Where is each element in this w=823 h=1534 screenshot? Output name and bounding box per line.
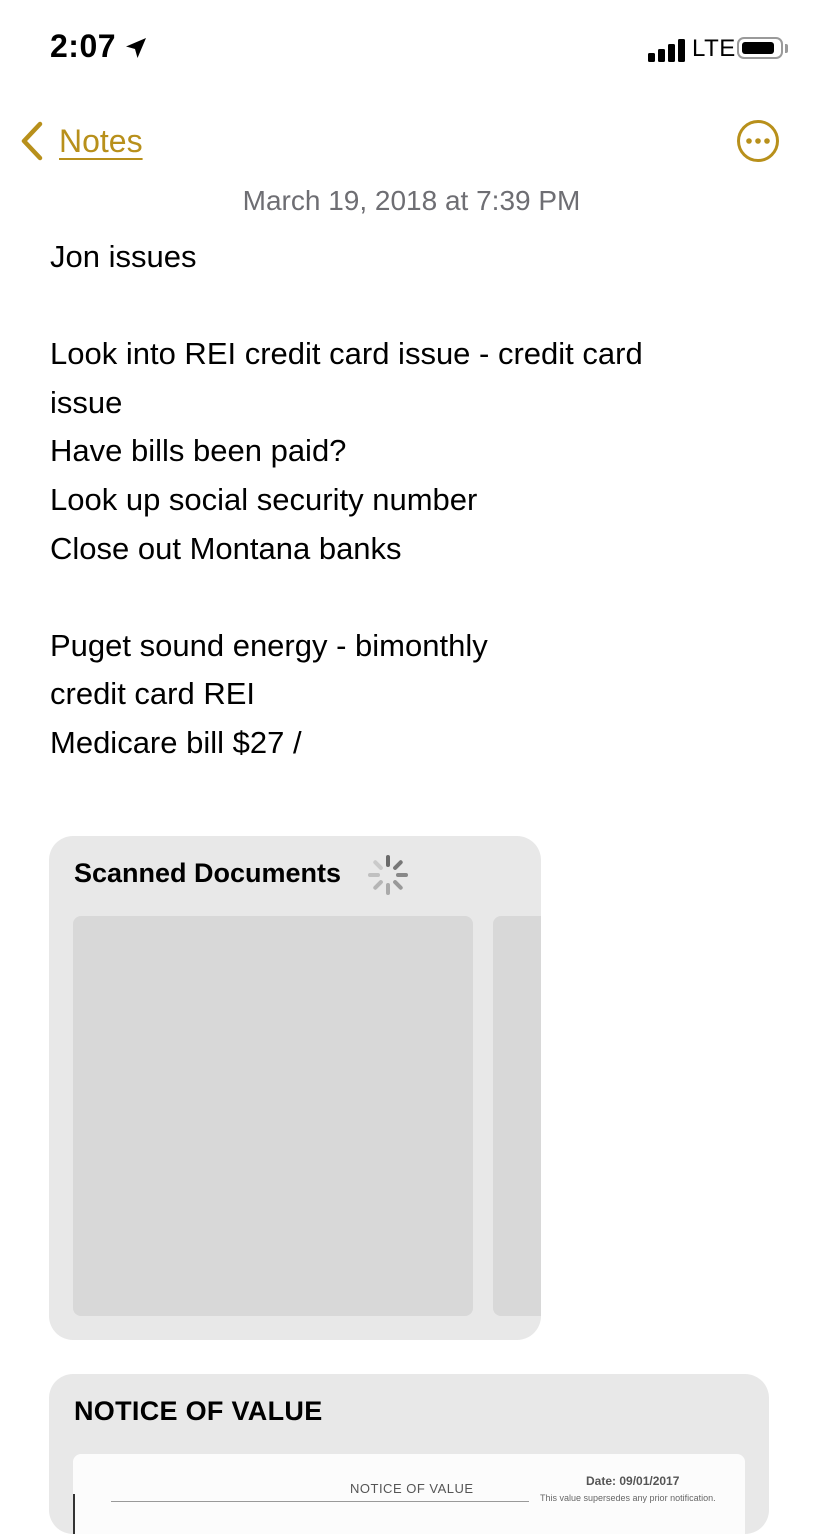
note-line: Jon issues (50, 239, 197, 274)
battery-tip (785, 44, 788, 53)
document-heading: NOTICE OF VALUE (350, 1481, 474, 1496)
document-edge (73, 1494, 75, 1534)
document-date: Date: 09/01/2017 (586, 1474, 680, 1488)
note-line: Close out Montana banks (50, 530, 402, 566)
note-blank-line (50, 573, 770, 622)
scanned-page-thumbnail[interactable] (73, 916, 473, 1316)
document-subtext: This value supersedes any prior notifica… (540, 1493, 716, 1503)
status-bar: 2:07 LTE (0, 0, 823, 96)
notice-title: NOTICE OF VALUE (74, 1396, 323, 1426)
location-arrow-icon (126, 38, 146, 58)
network-type: LTE (692, 35, 736, 62)
scanned-documents-attachment[interactable]: Scanned Documents (49, 836, 541, 1340)
battery-icon (737, 37, 783, 59)
note-body[interactable]: Jon issues Look into REI credit card issu… (50, 233, 770, 768)
back-button[interactable]: Notes (18, 118, 143, 164)
note-blank-line (50, 282, 770, 331)
note-line: issue (50, 384, 123, 420)
note-date: March 19, 2018 at 7:39 PM (242, 185, 581, 216)
back-label: Notes (59, 122, 143, 159)
status-time: 2:07 (50, 28, 117, 64)
document-rule (111, 1501, 529, 1502)
activity-spinner-icon (368, 855, 408, 895)
scanned-page-thumbnail[interactable] (493, 916, 541, 1316)
note-line: Puget sound energy - bimonthly (50, 627, 488, 663)
note-line: Look up social security number (50, 481, 478, 517)
document-preview[interactable]: NOTICE OF VALUE Date: 09/01/2017 This va… (73, 1454, 745, 1534)
note-line: Have bills been paid? (50, 433, 347, 469)
scanned-documents-title: Scanned Documents (74, 858, 342, 888)
note-line: Look into REI credit card issue - credit… (50, 336, 643, 372)
note-line: Medicare bill $27 / (50, 724, 302, 760)
note-line: credit card REI (50, 676, 256, 712)
chevron-left-icon (21, 121, 43, 161)
ellipsis-circle-icon[interactable] (736, 119, 780, 163)
notice-of-value-attachment[interactable]: NOTICE OF VALUE NOTICE OF VALUE Date: 09… (49, 1374, 769, 1534)
signal-strength-icon (648, 38, 686, 62)
